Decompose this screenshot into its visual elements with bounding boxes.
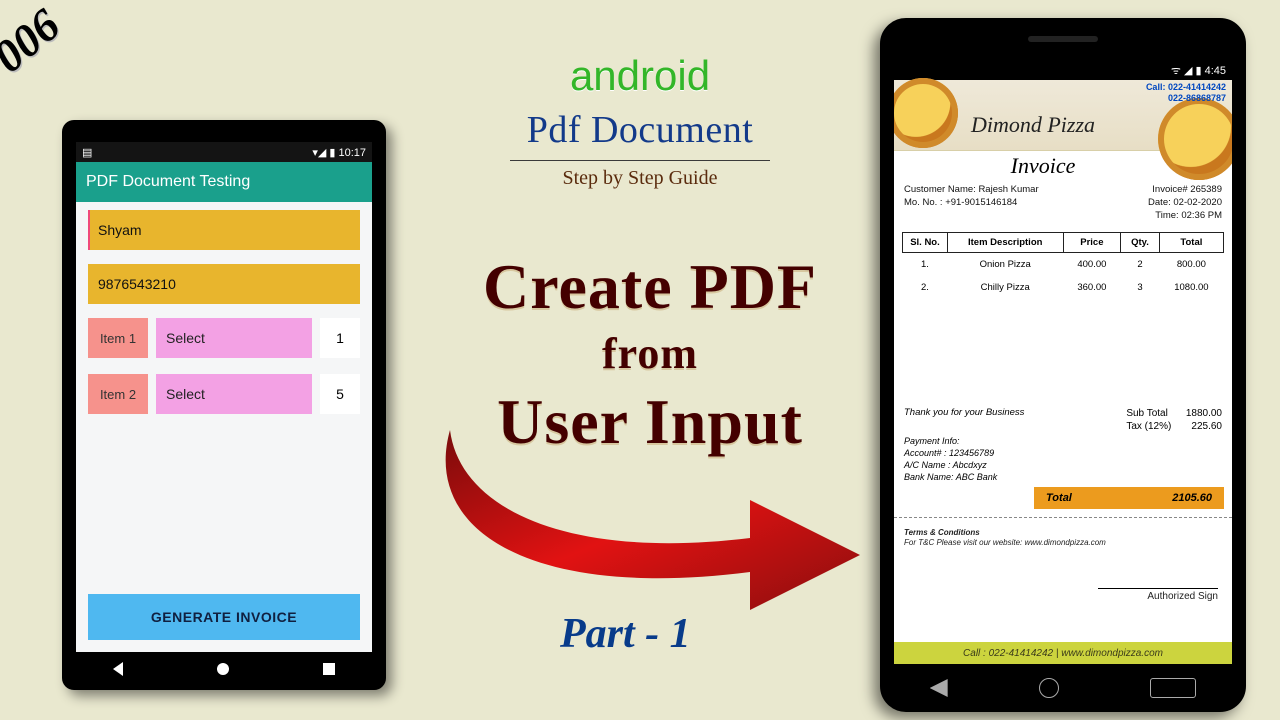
status-time: 10:17 [338,147,366,159]
back-icon[interactable] [113,662,123,676]
invoice-footer: Call : 022-41414242 | www.dimondpizza.co… [894,642,1232,664]
pdf-document-heading: Pdf Document [430,108,850,152]
table-row: 1.Onion Pizza 400.002 800.00 [903,253,1224,277]
android-navbar-2 [884,668,1242,708]
android-logo-text: android [430,52,850,100]
generate-invoice-button[interactable]: GENERATE INVOICE [88,594,360,640]
invoice-banner: Call: 022-41414242 022-86868787 Dimond P… [894,80,1232,151]
item2-label: Item 2 [88,374,148,414]
android-navbar [66,652,382,686]
invoice-table: Sl. No. Item Description Price Qty. Tota… [902,232,1224,299]
payment-info: Payment Info: Account# : 123456789 A/C N… [894,433,1232,485]
home-icon[interactable] [1039,678,1059,698]
status-bar-2: ᯤ ◢ ▮ 4:45 [894,62,1232,80]
phone-left: ▤ ▾◢ ▮ 10:17 PDF Document Testing Shyam … [62,120,386,690]
signature: Authorized Sign [894,548,1232,602]
wifi-icon: ᯤ ◢ ▮ [1171,65,1202,77]
invoice-meta: Customer Name: Rajesh Kumar Mo. No. : +9… [894,181,1232,228]
wifi-icon: ▾◢ ▮ [312,147,335,159]
totals: Sub Total1880.00 Tax (12%)225.60 [1126,407,1222,433]
thank-you: Thank you for your Business [904,407,1024,433]
shop-name: Dimond Pizza [894,112,1172,138]
episode-number: 006 [0,0,70,83]
item-row-1: Item 1 Select 1 [88,318,360,358]
item2-qty-input[interactable]: 5 [320,374,360,414]
item-row-2: Item 2 Select 5 [88,374,360,414]
table-header: Sl. No. Item Description Price Qty. Tota… [903,233,1224,253]
invoice-title: Invoice [894,151,1192,181]
title-block: android Pdf Document Step by Step Guide [430,52,850,190]
app-bar: PDF Document Testing [76,162,372,202]
home-icon[interactable] [217,663,229,675]
name-input[interactable]: Shyam [88,210,360,250]
status-time-2: 4:45 [1205,65,1226,77]
divider [510,160,770,161]
earpiece [1028,36,1098,42]
overview-icon[interactable] [1150,678,1196,698]
headline-line-2: from [420,328,880,379]
arrow-icon [430,420,870,610]
item1-select[interactable]: Select [156,318,312,358]
item1-qty-input[interactable]: 1 [320,318,360,358]
overview-icon[interactable] [323,663,335,675]
subtitle: Step by Step Guide [430,167,850,190]
status-bar: ▤ ▾◢ ▮ 10:17 [76,142,372,162]
terms: Terms & Conditions For T&C Please visit … [894,517,1232,548]
grand-total: Total2105.60 [1034,487,1224,509]
pizza-image-right [1158,98,1232,180]
back-icon[interactable] [930,679,948,697]
table-row: 2.Chilly Pizza 360.003 1080.00 [903,276,1224,299]
headline-line-1: Create PDF [420,250,880,324]
part-label: Part - 1 [560,610,691,658]
item1-label: Item 1 [88,318,148,358]
item2-select[interactable]: Select [156,374,312,414]
contact-block: Call: 022-41414242 022-86868787 [1146,82,1226,104]
phone-right: ᯤ ◢ ▮ 4:45 Call: 022-41414242 022-868687… [880,18,1246,712]
app-title: PDF Document Testing [86,173,250,191]
sdcard-icon: ▤ [82,146,92,159]
phone-input[interactable]: 9876543210 [88,264,360,304]
